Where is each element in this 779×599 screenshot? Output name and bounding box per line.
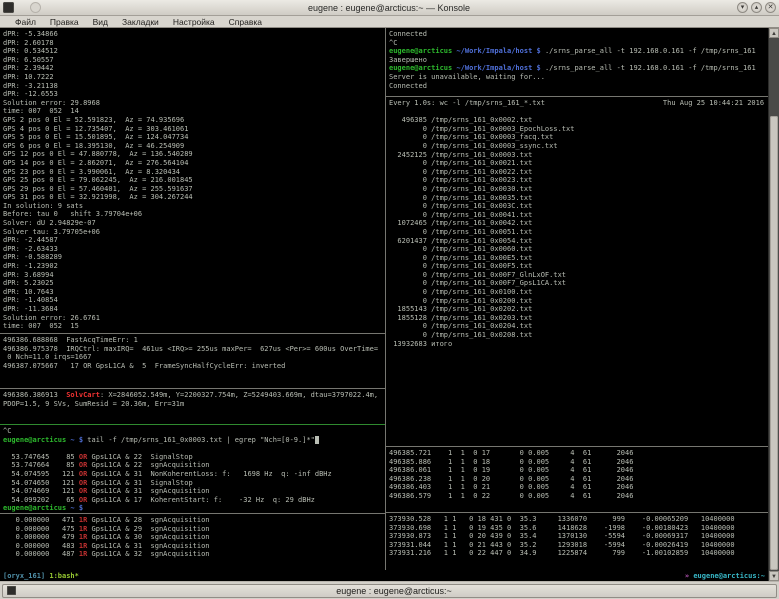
region-watch-wc-output: Every 1.0s: wc -l /tmp/srns_161_*.txt Th… [386, 97, 768, 446]
maximize-button[interactable]: ▴ [751, 2, 762, 13]
region-tail-session: ^Ceugene@arcticus ~ $ tail -f /tmp/srns_… [0, 425, 385, 513]
terminal-view[interactable]: dPR: -5.34866dPR: 2.60178dPR: 0.534512dP… [0, 28, 779, 581]
region-fastacq-log: 496386.688868 FastAcqTimeErr: 1496386.97… [0, 334, 385, 388]
scrollbar[interactable]: ▲ ▼ [768, 28, 779, 581]
menu-item-edit[interactable]: Правка [43, 16, 86, 28]
taskbar-konsole-icon [7, 586, 16, 595]
menu-item-view[interactable]: Вид [86, 16, 115, 28]
region-track-table-1: 496385.721 1 1 0 17 0 0.005 4 61 2046496… [386, 447, 768, 512]
titlebar[interactable]: eugene : eugene@arcticus:~ — Konsole ▾ ▴… [0, 0, 779, 16]
region-track-table-2: 373930.528 1 1 0 18 431 0 35.3 1336070 9… [386, 513, 768, 570]
konsole-window-icon[interactable] [3, 2, 14, 13]
menu-item-settings[interactable]: Настройка [166, 16, 222, 28]
close-button[interactable]: ✕ [765, 2, 776, 13]
taskbar-window-label: eugene : eugene@arcticus:~ [16, 584, 772, 598]
window-title: eugene : eugene@arcticus:~ — Konsole [41, 3, 737, 13]
menu-item-help[interactable]: Справка [222, 16, 269, 28]
menu-item-file[interactable]: Файл [8, 16, 43, 28]
screen-status-bar: [oryx_161] 1:bash* » eugene@arcticus:~ [0, 570, 768, 581]
region-acquisition-log: 0.000000 471 1R GpsL1CA & 28 sgnAcquisit… [0, 514, 385, 570]
screen-status-right: » eugene@arcticus:~ [685, 572, 765, 580]
pane-left: dPR: -5.34866dPR: 2.60178dPR: 0.534512dP… [0, 28, 385, 570]
minimize-button[interactable]: ▾ [737, 2, 748, 13]
scrollbar-down-icon[interactable]: ▼ [769, 571, 779, 581]
taskbar-window-button[interactable]: eugene : eugene@arcticus:~ [2, 584, 777, 598]
region-solvcart-log: 496386.386913 SolvCart: X=2846052.549m, … [0, 389, 385, 424]
region-solution-log: dPR: -5.34866dPR: 2.60178dPR: 0.534512dP… [0, 28, 385, 333]
scrollbar-thumb[interactable] [770, 116, 778, 570]
screen-status-left: [oryx_161] 1:bash* [3, 572, 79, 580]
pane-right: Connected^Ceugene@arcticus ~/Work/Impala… [386, 28, 768, 570]
pin-icon[interactable] [30, 2, 41, 13]
region-shell-session: Connected^Ceugene@arcticus ~/Work/Impala… [386, 28, 768, 96]
konsole-window: eugene : eugene@arcticus:~ — Konsole ▾ ▴… [0, 0, 779, 599]
menubar: Файл Правка Вид Закладки Настройка Справ… [0, 16, 779, 28]
scrollbar-up-icon[interactable]: ▲ [769, 28, 779, 38]
menu-item-bookmarks[interactable]: Закладки [115, 16, 166, 28]
taskbar: eugene : eugene@arcticus:~ [0, 581, 779, 599]
